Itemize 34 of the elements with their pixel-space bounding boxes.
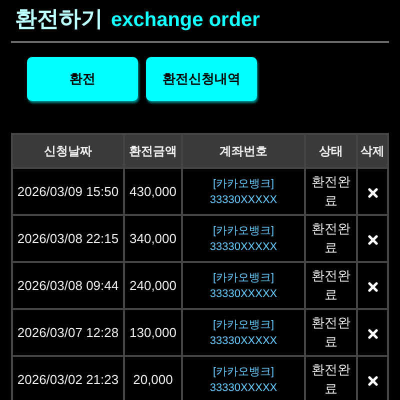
amount-cell: 340,000 bbox=[125, 216, 181, 261]
account-cell: [카카오뱅크] 33330XXXXX bbox=[183, 310, 304, 355]
status-cell: 환전완료 bbox=[306, 169, 356, 214]
nav-button[interactable]: 환전신청내역 bbox=[146, 57, 257, 101]
column-header: 계좌번호 bbox=[183, 135, 304, 167]
status-cell: 환전완료 bbox=[306, 357, 356, 400]
amount-cell: 20,000 bbox=[125, 357, 181, 400]
status-cell: 환전완료 bbox=[306, 263, 356, 308]
nav-button[interactable]: 환전 bbox=[27, 57, 138, 101]
account-cell: [카카오뱅크] 33330XXXXX bbox=[183, 169, 304, 214]
column-header: 상태 bbox=[306, 135, 356, 167]
status-cell: 환전완료 bbox=[306, 216, 356, 261]
delete-icon[interactable] bbox=[368, 282, 378, 292]
date-cell: 2026/03/08 22:15 bbox=[13, 216, 123, 261]
amount-cell: 430,000 bbox=[125, 169, 181, 214]
account-cell: [카카오뱅크] 33330XXXXX bbox=[183, 357, 304, 400]
date-cell: 2026/03/09 15:50 bbox=[13, 169, 123, 214]
date-cell: 2026/03/02 21:23 bbox=[13, 357, 123, 400]
delete-icon[interactable] bbox=[368, 328, 378, 339]
delete-icon[interactable] bbox=[368, 376, 378, 386]
column-header: 환전금액 bbox=[125, 135, 181, 167]
status-cell: 환전완료 bbox=[306, 310, 356, 355]
page-subtitle: exchange order bbox=[111, 9, 260, 32]
column-header: 삭제 bbox=[358, 135, 387, 167]
amount-cell: 240,000 bbox=[125, 263, 181, 308]
amount-cell: 130,000 bbox=[125, 310, 181, 355]
page-title: 환전하기 bbox=[15, 6, 103, 34]
delete-icon[interactable] bbox=[368, 188, 378, 198]
date-cell: 2026/03/08 09:44 bbox=[13, 263, 123, 308]
account-cell: [카카오뱅크] 33330XXXXX bbox=[183, 216, 304, 261]
column-header: 신청날짜 bbox=[13, 135, 123, 167]
account-cell: [카카오뱅크] 33330XXXXX bbox=[183, 263, 304, 308]
date-cell: 2026/03/07 12:28 bbox=[13, 310, 123, 355]
delete-icon[interactable] bbox=[368, 234, 378, 245]
